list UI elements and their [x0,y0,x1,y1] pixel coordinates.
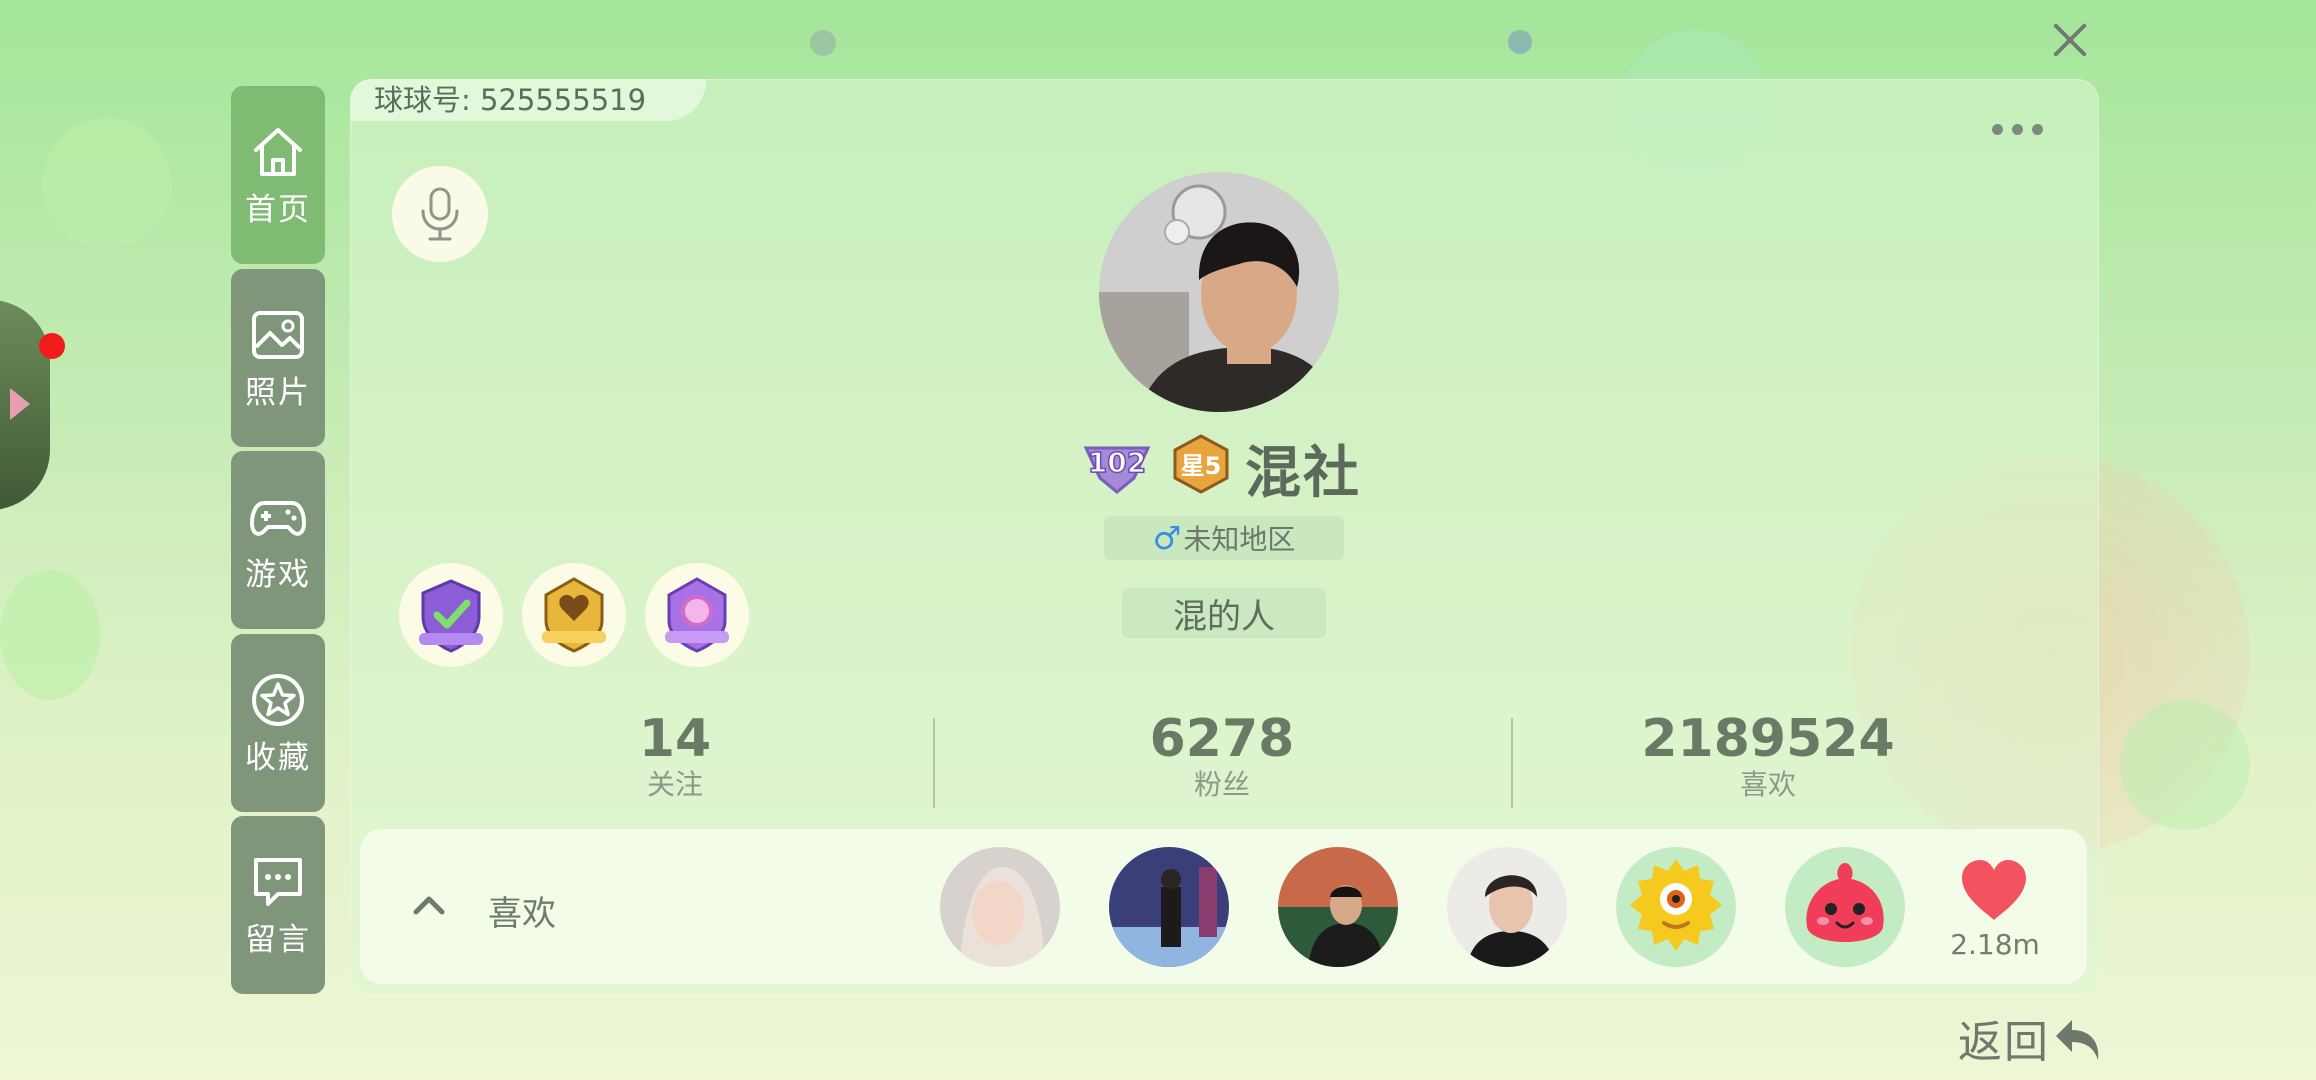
shield-check-medal-icon [419,579,483,653]
nav-favorites-label: 收藏 [245,739,311,776]
liker-avatar[interactable] [1278,847,1398,967]
nav-messages-label: 留言 [245,921,311,958]
voice-intro-button[interactable] [392,166,488,262]
svg-text:102: 102 [1088,446,1146,479]
back-button[interactable]: 返回 [1958,1006,2106,1070]
gamepad-icon [250,500,306,536]
background-bubble [1508,30,1532,54]
nav-messages[interactable]: 留言 [231,816,325,994]
heart-icon[interactable] [1958,858,2030,922]
microphone-icon [421,187,459,241]
uid-label: 球球号: 525555519 [350,79,707,121]
close-button[interactable] [2046,16,2094,64]
nav-photos[interactable]: 照片 [231,269,325,447]
back-arrow-icon [2056,1020,2099,1060]
fans-label: 粉丝 [1193,768,1250,801]
notification-dot [39,333,65,359]
star-rank-badge: 星5 [1173,434,1229,494]
region-text: 未知地区 [1183,523,1296,556]
likes-section-label: 喜欢 [488,894,556,934]
background-bubble [2120,700,2250,830]
liker-avatar[interactable] [940,847,1060,967]
background-bubble [0,570,100,700]
likes-total: 2189524 [1641,709,1895,769]
following-count: 14 [638,709,712,769]
level-badge: 102 [1083,445,1151,494]
following-label: 关注 [646,768,703,801]
signature: 混的人 [1122,588,1326,638]
chevron-up-icon[interactable] [410,886,448,924]
liker-avatar[interactable] [1785,847,1905,967]
medal-gold[interactable] [522,563,626,667]
profile-avatar[interactable] [1099,172,1339,412]
nav-home-label: 首页 [245,191,311,228]
stat-following[interactable]: 14 关注 [525,710,825,802]
nav-home[interactable]: 首页 [231,86,325,264]
region-tag: ♂ 未知地区 [1104,516,1344,560]
nav-favorites[interactable]: 收藏 [231,634,325,812]
stat-divider [933,718,935,808]
nav-photos-label: 照片 [245,374,311,411]
purple-crest-medal-icon [665,577,729,653]
expand-arrow-icon[interactable] [10,388,30,420]
star-icon [252,673,304,726]
liker-avatar[interactable] [1109,847,1229,967]
profile-name: 混社 [1245,441,1361,506]
photo-icon [252,310,304,359]
nav-games[interactable]: 游戏 [231,451,325,629]
stat-likes[interactable]: 2189524 喜欢 [1618,710,1918,802]
liker-avatar[interactable] [1447,847,1567,967]
more-options-button[interactable] [1992,124,2043,135]
svg-text:星5: 星5 [1181,452,1222,480]
liker-avatar[interactable] [1616,847,1736,967]
message-icon [254,857,302,906]
nav-games-label: 游戏 [245,556,311,593]
fans-count: 6278 [1149,709,1295,769]
gold-crest-medal-icon [542,577,606,653]
likes-total-label: 喜欢 [1739,768,1796,801]
back-label: 返回 [1958,1017,2050,1068]
stat-divider [1511,718,1513,808]
background-bubble [42,118,172,248]
heart-count: 2.18m [1950,928,2040,961]
stat-fans[interactable]: 6278 粉丝 [1072,710,1372,802]
background-bubble [810,30,836,56]
home-icon [254,127,302,176]
medal-purple[interactable] [645,563,749,667]
male-gender-icon: ♂ [1152,519,1182,557]
medal-verified[interactable] [399,563,503,667]
